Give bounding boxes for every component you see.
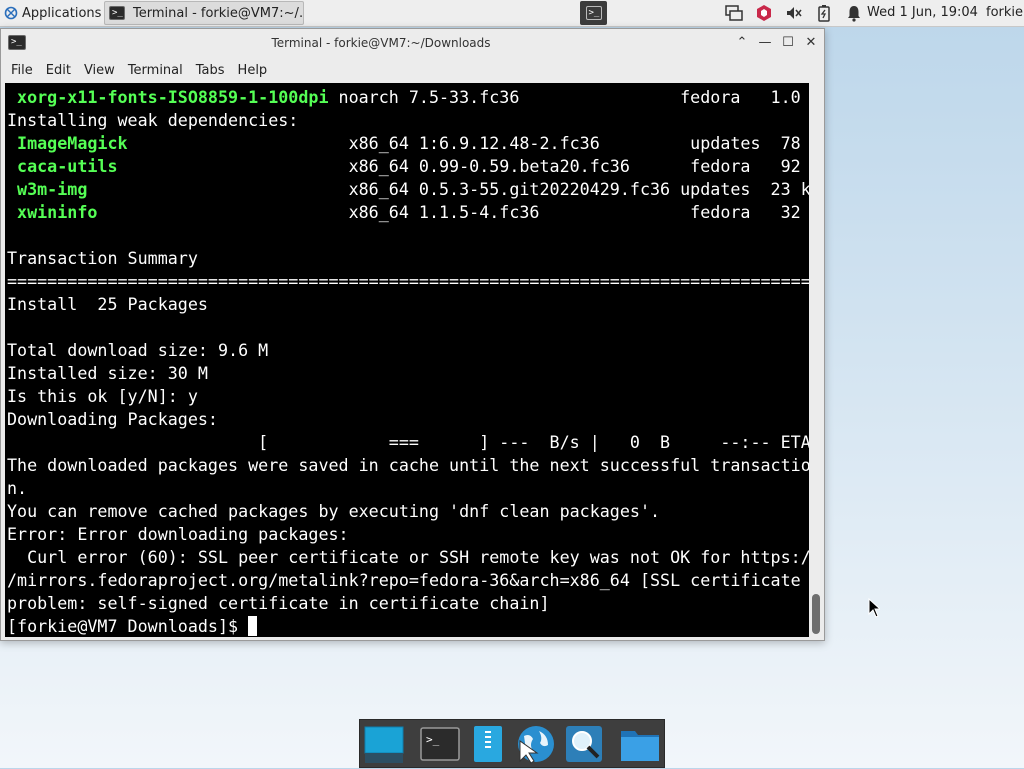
menu-view[interactable]: View	[79, 63, 122, 78]
terminal-line: /mirrors.fedoraproject.org/metalink?repo…	[7, 570, 801, 590]
terminal-text: xorg-x11-fonts-ISO8859-1-100dpi noarch 7…	[7, 86, 809, 637]
network-icon[interactable]	[724, 3, 744, 23]
menu-edit[interactable]: Edit	[41, 63, 78, 78]
dock: >_	[359, 719, 665, 768]
text-cursor	[248, 616, 258, 636]
terminal-line: Installed size: 30 M	[7, 363, 208, 383]
workspace-terminal-icon: >_	[585, 6, 602, 20]
package-name: xwininfo	[7, 202, 98, 222]
terminal-line: Install 25 Packages	[7, 294, 208, 314]
package-details: x86_64 0.99-0.59.beta20.fc36 fedora 92 k	[117, 156, 809, 176]
close-button[interactable]: ✕	[802, 34, 820, 52]
svg-text:>_: >_	[426, 733, 440, 746]
terminal-line: ImageMagick x86_64 1:6.9.12.48-2.fc36 up…	[7, 132, 809, 155]
terminal-line: n.	[7, 478, 28, 498]
window-title: Terminal - forkie@VM7:~/Downloads	[271, 36, 491, 50]
menu-terminal[interactable]: Terminal	[123, 63, 190, 78]
top-panel: Applications ⋮ >_ Terminal - forkie@VM7:…	[0, 0, 1024, 27]
terminal-line: Transaction Summary	[7, 248, 198, 268]
package-name: w3m-img	[7, 179, 88, 199]
maximize-button[interactable]: ☐	[779, 34, 797, 52]
home-folder-icon[interactable]	[619, 723, 661, 765]
terminal-launcher-icon[interactable]: >_	[419, 723, 461, 765]
terminal-scrollbar[interactable]	[810, 83, 822, 637]
minimize-button[interactable]: —	[756, 34, 774, 52]
terminal-line: xwininfo x86_64 1.1.5-4.fc36 fedora 32 k	[7, 201, 809, 224]
terminal-line: Curl error (60): SSL peer certificate or…	[7, 547, 809, 567]
package-details: x86_64 1:6.9.12.48-2.fc36 updates 78 k	[127, 133, 809, 153]
terminal-line: xorg-x11-fonts-ISO8859-1-100dpi noarch 7…	[7, 86, 809, 109]
mouse-pointer-icon	[868, 598, 880, 618]
terminal-line: Is this ok [y/N]: y	[7, 386, 198, 406]
clock[interactable]: Wed 1 Jun, 19:04	[867, 0, 978, 26]
window-titlebar[interactable]: >_ Terminal - forkie@VM7:~/Downloads ⌃ —…	[1, 29, 824, 57]
system-tray	[724, 0, 864, 26]
app-finder-icon[interactable]	[563, 723, 605, 765]
terminal-line: [ === ] --- B/s | 0 B --:-- ETA	[7, 432, 809, 452]
menu-help[interactable]: Help	[233, 63, 275, 78]
terminal-line: Installing weak dependencies:	[7, 110, 299, 130]
workspace-switcher[interactable]: >_	[580, 1, 607, 25]
terminal-window: >_ Terminal - forkie@VM7:~/Downloads ⌃ —…	[0, 28, 825, 641]
applications-label: Applications	[22, 5, 102, 21]
menu-tabs[interactable]: Tabs	[191, 63, 232, 78]
web-browser-icon[interactable]	[515, 723, 557, 765]
terminal-line: You can remove cached packages by execut…	[7, 501, 661, 521]
package-details: x86_64 1.1.5-4.fc36 fedora 32 k	[97, 202, 809, 222]
terminal-line: Downloading Packages:	[7, 409, 218, 429]
taskbar-terminal-title: Terminal - forkie@VM7:~/...	[133, 5, 304, 21]
terminal-output[interactable]: xorg-x11-fonts-ISO8859-1-100dpi noarch 7…	[5, 83, 809, 637]
scrollbar-thumb[interactable]	[812, 594, 820, 634]
package-name: ImageMagick	[7, 133, 128, 153]
terminal-line: caca-utils x86_64 0.99-0.59.beta20.fc36 …	[7, 155, 809, 178]
notification-bell-icon[interactable]	[844, 3, 864, 23]
package-details: x86_64 0.5.3-55.git20220429.fc36 updates…	[87, 179, 809, 199]
text-editor-icon[interactable]	[467, 723, 509, 765]
shell-prompt-line[interactable]: [forkie@VM7 Downloads]$	[7, 615, 809, 637]
terminal-icon: >_	[109, 6, 125, 20]
terminal-line: ========================================…	[7, 271, 809, 291]
menu-bar: File Edit View Terminal Tabs Help	[1, 57, 824, 83]
terminal-line: w3m-img x86_64 0.5.3-55.git20220429.fc36…	[7, 178, 809, 201]
terminal-line: problem: self-signed certificate in cert…	[7, 593, 550, 613]
terminal-line: Total download size: 9.6 M	[7, 340, 269, 360]
user-menu[interactable]: forkie	[986, 0, 1023, 26]
volume-muted-icon[interactable]	[784, 3, 804, 23]
package-name: xorg-x11-fonts-ISO8859-1-100dpi	[7, 87, 329, 107]
package-updater-icon[interactable]	[754, 3, 774, 23]
package-name: caca-utils	[7, 156, 118, 176]
shade-window-button[interactable]: ⌃	[733, 34, 751, 52]
show-desktop-icon[interactable]	[363, 723, 405, 765]
xfce-logo-icon	[4, 6, 18, 20]
taskbar-terminal-button[interactable]: >_ Terminal - forkie@VM7:~/...	[104, 1, 304, 25]
terminal-line: Error: Error downloading packages:	[7, 524, 349, 544]
menu-file[interactable]: File	[6, 63, 40, 78]
terminal-line: The downloaded packages were saved in ca…	[7, 455, 809, 475]
shell-prompt: [forkie@VM7 Downloads]$	[7, 616, 249, 636]
battery-icon[interactable]	[814, 3, 834, 23]
package-details: noarch 7.5-33.fc36 fedora 1.0 M	[328, 87, 809, 107]
